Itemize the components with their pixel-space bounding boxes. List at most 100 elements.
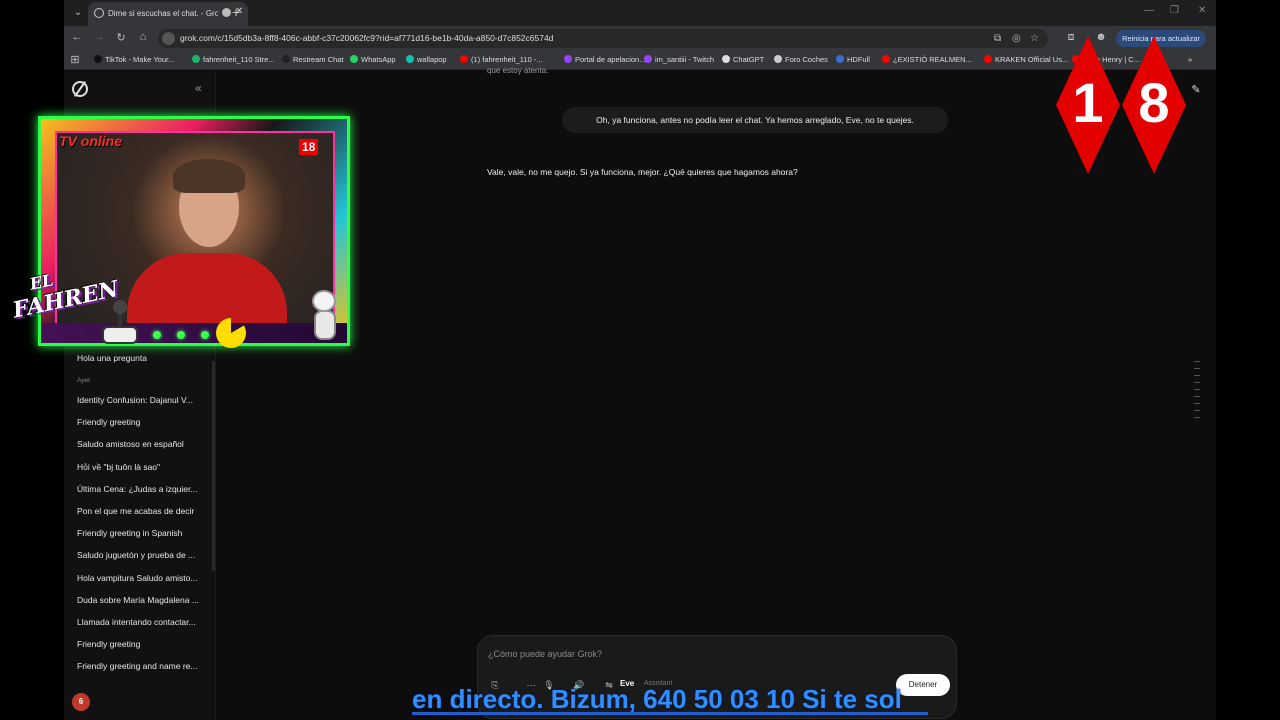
rating-diamond-left: 1 <box>1056 36 1120 174</box>
bookmark-favicon-icon <box>836 55 844 63</box>
apps-grid-icon[interactable]: ⊞ <box>68 53 82 66</box>
bookmark-favicon-icon <box>460 55 468 63</box>
toolbar: ← → ↻ ⌂ grok.com/c/15d5db3a-8ff8-406c-ab… <box>64 26 1216 50</box>
sidebar-conversation-item[interactable]: Saludo amistoso en español <box>77 439 207 449</box>
sidebar-conversation-item[interactable]: Pon el que me acabas de decir <box>77 506 207 516</box>
install-app-icon[interactable]: ⧉ <box>994 33 1006 45</box>
sidebar-conversation-item[interactable]: Friendly greeting <box>77 639 207 649</box>
rating-digit-eight: 8 <box>1138 71 1170 134</box>
bookmark-favicon-icon <box>406 55 414 63</box>
sidebar-item-hola-pregunta[interactable]: Hola una pregunta <box>77 353 207 363</box>
bookmark-favicon-icon <box>282 55 290 63</box>
bookmark-favicon-icon <box>644 55 652 63</box>
site-info-icon[interactable] <box>162 32 175 45</box>
reload-icon[interactable]: ↻ <box>114 31 128 44</box>
home-icon[interactable]: ⌂ <box>136 31 150 43</box>
pellet-icon <box>153 331 161 339</box>
tab-bar: ⌄ Dime si escuchas el chat. - Grok ✕ + —… <box>64 0 1216 26</box>
url-text: grok.com/c/15d5db3a-8ff8-406c-abbf-c37c2… <box>180 33 554 43</box>
avatar[interactable]: 6 <box>72 693 90 711</box>
bookmark-item[interactable]: ¿EXISTIÓ REALMEN... <box>882 55 972 64</box>
forward-icon[interactable]: → <box>92 31 106 43</box>
streamer-shirt <box>127 253 287 333</box>
bookmark-item[interactable]: WhatsApp <box>350 55 396 64</box>
bookmark-label: Portal de apelacion... <box>575 55 646 64</box>
bookmark-item[interactable]: ChatGPT <box>722 55 764 64</box>
bookmark-label: TikTok - Make Your... <box>105 55 175 64</box>
bookmark-item[interactable]: Restream Chat <box>282 55 343 64</box>
tab-title: Dime si escuchas el chat. - Grok <box>108 9 218 18</box>
sidebar-conversation-item[interactable]: Friendly greeting <box>77 417 207 427</box>
bookmark-label: wallapop <box>417 55 447 64</box>
bookmark-item[interactable]: (1) fahrenheit_110 -... <box>460 55 543 64</box>
bookmark-favicon-icon <box>774 55 782 63</box>
cut-off-message: que estoy atenta. <box>487 66 549 75</box>
new-tab-icon[interactable]: + <box>232 4 240 20</box>
bookmark-favicon-icon <box>564 55 572 63</box>
bookmark-item[interactable]: Foro Coches <box>774 55 828 64</box>
webcam-rating-badge: 18 <box>299 139 319 155</box>
minimize-icon[interactable]: — <box>1144 5 1154 16</box>
sidebar-conversation-item[interactable]: Duda sobre María Magdalena ... <box>77 595 207 605</box>
rating-diamond-right: 8 <box>1122 36 1186 174</box>
bookmark-label: im_santiii - Twitch <box>655 55 715 64</box>
bookmark-label: Restream Chat <box>293 55 344 64</box>
tab-search-icon[interactable]: ⌄ <box>70 5 86 21</box>
sidebar-conversation-item[interactable]: Hỏi về "bj tuôn là sao" <box>77 462 207 472</box>
sidebar-conversation-item[interactable]: Llamada intentando contactar... <box>77 617 207 627</box>
bookmark-favicon-icon <box>984 55 992 63</box>
more-bookmarks-icon[interactable]: » <box>1188 55 1192 64</box>
prompt-input[interactable] <box>488 649 888 659</box>
bookmark-favicon-icon <box>350 55 358 63</box>
user-message-bubble: Oh, ya funciona, antes no podía leer el … <box>562 107 948 133</box>
recording-icon <box>222 8 231 17</box>
sidebar-conversation-item[interactable]: Saludo juguetón y prueba de ... <box>77 550 207 560</box>
sidebar-scrollbar[interactable] <box>212 361 215 571</box>
tab-favicon-icon <box>94 8 104 18</box>
address-bar[interactable]: grok.com/c/15d5db3a-8ff8-406c-abbf-c37c2… <box>158 29 1048 48</box>
sidebar-conversation-item[interactable]: Última Cena: ¿Judas a izquier... <box>77 484 207 494</box>
bookmark-item[interactable]: HDFull <box>836 55 870 64</box>
browser-window: ⌄ Dime si escuchas el chat. - Grok ✕ + —… <box>64 0 1216 720</box>
bookmark-item[interactable]: im_santiii - Twitch <box>644 55 714 64</box>
rating-digit-one: 1 <box>1072 71 1104 134</box>
bookmark-label: ChatGPT <box>733 55 765 64</box>
sidebar-conversation-item[interactable]: Hola vampitura Saludo amisto... <box>77 573 207 583</box>
collapse-sidebar-icon[interactable]: « <box>195 81 202 95</box>
back-icon[interactable]: ← <box>70 31 84 43</box>
bookmark-favicon-icon <box>722 55 730 63</box>
bookmark-label: HDFull <box>847 55 870 64</box>
pacman-icon <box>216 318 246 348</box>
bookmark-favicon-icon <box>94 55 102 63</box>
bookmarks-bar: ⊞ TikTok - Make Your... fahrenheit_110 St… <box>64 50 1216 70</box>
bookmark-star-icon[interactable]: ☆ <box>1030 33 1042 45</box>
pellet-icon <box>201 331 209 339</box>
bookmark-item[interactable]: wallapop <box>406 55 447 64</box>
sidebar-conversation-item[interactable]: Friendly greeting in Spanish <box>77 528 207 538</box>
astronaut-icon <box>302 290 348 350</box>
bookmark-label: fahrenheit_110 Stre... <box>203 55 275 64</box>
pellet-icon <box>177 331 185 339</box>
new-chat-icon[interactable]: ✎ <box>1188 83 1204 99</box>
sidebar-conversation-item[interactable]: Identity Confusion: Dajanul V... <box>77 395 207 405</box>
bookmark-item[interactable]: fahrenheit_110 Stre... <box>192 55 275 64</box>
bookmark-item[interactable]: TikTok - Make Your... <box>94 55 174 64</box>
bookmark-label: ¿EXISTIÓ REALMEN... <box>893 55 972 64</box>
close-window-icon[interactable]: ✕ <box>1198 5 1206 16</box>
tv-online-logo: TV online <box>59 133 122 149</box>
bookmark-favicon-icon <box>192 55 200 63</box>
bookmark-label: Foro Coches <box>785 55 828 64</box>
subtitle-underline <box>412 712 928 715</box>
streamer-hair <box>173 159 245 193</box>
bookmark-item[interactable]: Portal de apelacion... <box>564 55 645 64</box>
restore-icon[interactable]: ❐ <box>1170 5 1179 16</box>
grok-logo-icon[interactable] <box>72 81 88 97</box>
bookmark-label: (1) fahrenheit_110 -... <box>471 55 543 64</box>
sidebar-section-ayer: Ayer <box>77 377 91 384</box>
bookmark-label: WhatsApp <box>361 55 396 64</box>
active-tab[interactable]: Dime si escuchas el chat. - Grok ✕ <box>88 2 248 26</box>
sidebar-conversation-item[interactable]: Friendly greeting and name re... <box>77 661 207 671</box>
conversation-minimap[interactable] <box>1194 361 1200 431</box>
bookmark-favicon-icon <box>882 55 890 63</box>
eye-off-icon[interactable]: ◎ <box>1012 33 1024 45</box>
